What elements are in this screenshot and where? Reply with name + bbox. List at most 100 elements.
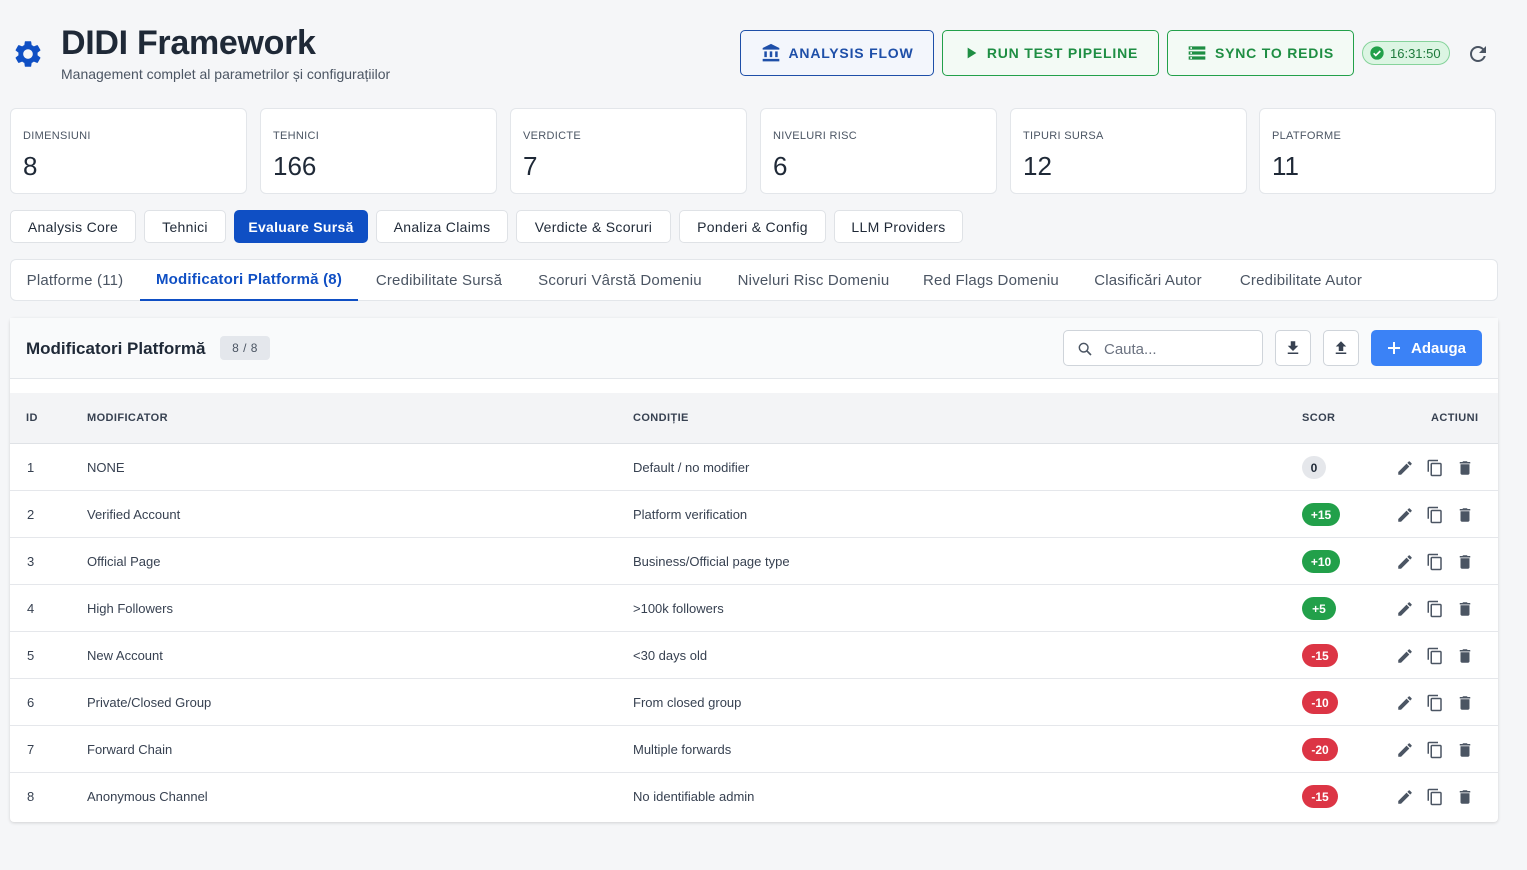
row-modifier: Anonymous Channel bbox=[87, 789, 208, 804]
analysis-flow-button[interactable]: ANALYSIS FLOW bbox=[740, 30, 934, 76]
delete-icon[interactable] bbox=[1455, 646, 1475, 666]
row-id: 4 bbox=[27, 601, 35, 616]
tab-verdicte-scoruri[interactable]: Verdicte & Scoruri bbox=[516, 210, 671, 243]
copy-icon[interactable] bbox=[1425, 552, 1445, 572]
refresh-icon[interactable] bbox=[1466, 42, 1490, 66]
copy-icon[interactable] bbox=[1425, 740, 1445, 760]
row-condition: Multiple forwards bbox=[633, 742, 732, 757]
delete-icon[interactable] bbox=[1455, 552, 1475, 572]
row-condition: Platform verification bbox=[633, 507, 748, 522]
copy-icon[interactable] bbox=[1425, 646, 1445, 666]
stat-label: TEHNICI bbox=[273, 130, 320, 142]
add-button-label: Adauga bbox=[1410, 339, 1466, 357]
stat-label: NIVELURI RISC bbox=[773, 130, 857, 142]
table-row: 8 Anonymous Channel No identifiable admi… bbox=[10, 773, 1498, 820]
table-row: 6 Private/Closed Group From closed group… bbox=[10, 679, 1498, 726]
stat-card-niveluri-risc: NIVELURI RISC 6 bbox=[760, 108, 997, 194]
score-badge: 0 bbox=[1302, 456, 1326, 479]
panel-toolbar: Modificatori Platformă 8 / 8 Adauga bbox=[10, 318, 1498, 379]
edit-icon[interactable] bbox=[1395, 646, 1415, 666]
column-header-actions: ACTIUNI bbox=[1431, 412, 1479, 424]
delete-icon[interactable] bbox=[1455, 599, 1475, 619]
edit-icon[interactable] bbox=[1395, 693, 1415, 713]
stat-card-dimensiuni: DIMENSIUNI 8 bbox=[10, 108, 247, 194]
copy-icon[interactable] bbox=[1425, 599, 1445, 619]
stat-value: 7 bbox=[523, 151, 538, 181]
table-row: 4 High Followers >100k followers +5 bbox=[10, 585, 1498, 632]
stat-card-tehnici: TEHNICI 166 bbox=[260, 108, 497, 194]
tab-llm-providers[interactable]: LLM Providers bbox=[834, 210, 963, 243]
run-test-pipeline-button[interactable]: RUN TEST PIPELINE bbox=[942, 30, 1159, 76]
subtab-credibilitate-sursa[interactable]: Credibilitate Sursă bbox=[358, 260, 520, 301]
tab-evaluare-sursa[interactable]: Evaluare Sursă bbox=[234, 210, 368, 243]
row-condition: Business/Official page type bbox=[633, 554, 790, 569]
stat-value: 12 bbox=[1023, 151, 1052, 181]
download-icon bbox=[1287, 341, 1299, 354]
analysis-flow-label: ANALYSIS FLOW bbox=[788, 45, 914, 61]
edit-icon[interactable] bbox=[1395, 505, 1415, 525]
stat-label: DIMENSIUNI bbox=[23, 130, 91, 142]
status-time: 16:31:50 bbox=[1390, 45, 1441, 61]
subtab-clasificari-autor[interactable]: Clasificări Autor bbox=[1075, 260, 1221, 301]
column-header-modifier: MODIFICATOR bbox=[87, 412, 168, 424]
app-subtitle: Management complet al parametrilor și co… bbox=[61, 66, 391, 82]
tab-analysis-core[interactable]: Analysis Core bbox=[10, 210, 136, 243]
stat-value: 11 bbox=[1272, 151, 1299, 181]
table-row: 2 Verified Account Platform verification… bbox=[10, 491, 1498, 538]
copy-icon[interactable] bbox=[1425, 787, 1445, 807]
delete-icon[interactable] bbox=[1455, 458, 1475, 478]
score-badge: -10 bbox=[1302, 691, 1338, 714]
copy-icon[interactable] bbox=[1425, 693, 1445, 713]
search-icon bbox=[1078, 342, 1092, 356]
row-condition: Default / no modifier bbox=[633, 460, 750, 475]
table-row: 7 Forward Chain Multiple forwards -20 bbox=[10, 726, 1498, 773]
upload-icon bbox=[1335, 341, 1347, 354]
upload-button[interactable] bbox=[1323, 330, 1359, 366]
score-badge: +5 bbox=[1302, 597, 1336, 620]
copy-icon[interactable] bbox=[1425, 458, 1445, 478]
stat-label: PLATFORME bbox=[1272, 130, 1342, 142]
subtab-red-flags-domeniu[interactable]: Red Flags Domeniu bbox=[907, 260, 1075, 301]
sub-tab-bar: Platforme (11) Modificatori Platformă (8… bbox=[10, 259, 1498, 301]
stat-label: VERDICTE bbox=[523, 130, 582, 142]
row-modifier: Private/Closed Group bbox=[87, 695, 212, 710]
subtab-niveluri-risc-domeniu[interactable]: Niveluri Risc Domeniu bbox=[720, 260, 907, 301]
row-modifier: New Account bbox=[87, 648, 163, 663]
add-button[interactable]: Adauga bbox=[1371, 330, 1482, 366]
table-row: 1 NONE Default / no modifier 0 bbox=[10, 444, 1498, 491]
row-condition: No identifiable admin bbox=[633, 789, 755, 804]
edit-icon[interactable] bbox=[1395, 599, 1415, 619]
delete-icon[interactable] bbox=[1455, 693, 1475, 713]
tab-analiza-claims[interactable]: Analiza Claims bbox=[376, 210, 508, 243]
edit-icon[interactable] bbox=[1395, 458, 1415, 478]
column-header-score: SCOR bbox=[1302, 412, 1336, 424]
row-modifier: Forward Chain bbox=[87, 742, 173, 757]
edit-icon[interactable] bbox=[1395, 740, 1415, 760]
stat-label: TIPURI SURSA bbox=[1023, 130, 1104, 142]
edit-icon[interactable] bbox=[1395, 787, 1415, 807]
subtab-credibilitate-autor[interactable]: Credibilitate Autor bbox=[1221, 260, 1381, 301]
sync-to-redis-button[interactable]: SYNC TO REDIS bbox=[1167, 30, 1354, 76]
delete-icon[interactable] bbox=[1455, 787, 1475, 807]
copy-icon[interactable] bbox=[1425, 505, 1445, 525]
subtab-scoruri-varsta-domeniu[interactable]: Scoruri Vârstă Domeniu bbox=[520, 260, 720, 301]
download-button[interactable] bbox=[1275, 330, 1311, 366]
row-id: 5 bbox=[27, 648, 35, 663]
row-condition: <30 days old bbox=[633, 648, 708, 663]
row-condition: From closed group bbox=[633, 695, 742, 710]
search-input[interactable] bbox=[1104, 339, 1254, 359]
delete-icon[interactable] bbox=[1455, 740, 1475, 760]
search-box[interactable] bbox=[1063, 330, 1263, 366]
tab-ponderi-config[interactable]: Ponderi & Config bbox=[679, 210, 826, 243]
score-badge: -15 bbox=[1302, 785, 1338, 808]
subtab-platforme[interactable]: Platforme (11) bbox=[11, 260, 139, 301]
stat-value: 6 bbox=[773, 151, 788, 181]
subtab-modificatori-platforma[interactable]: Modificatori Platformă (8) bbox=[140, 260, 358, 301]
edit-icon[interactable] bbox=[1395, 552, 1415, 572]
delete-icon[interactable] bbox=[1455, 505, 1475, 525]
score-badge: -15 bbox=[1302, 644, 1338, 667]
tab-tehnici[interactable]: Tehnici bbox=[144, 210, 226, 243]
panel-title: Modificatori Platformă bbox=[26, 339, 206, 358]
row-modifier: Verified Account bbox=[87, 507, 181, 522]
stat-card-platforme: PLATFORME 11 bbox=[1259, 108, 1496, 194]
